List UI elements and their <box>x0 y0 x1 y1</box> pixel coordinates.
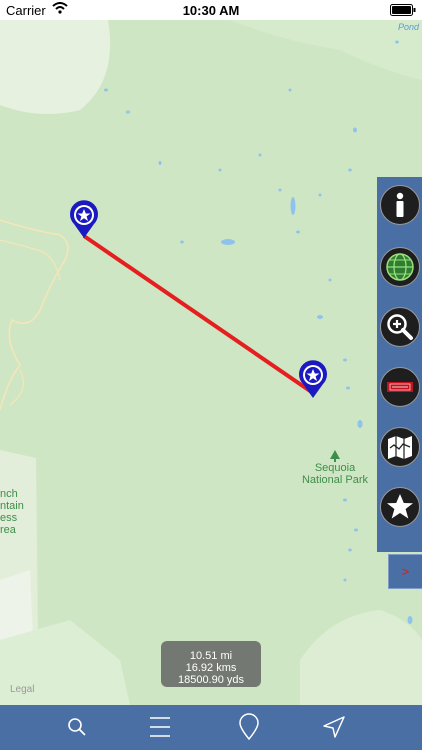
status-time: 10:30 AM <box>182 3 240 18</box>
wilderness-label-line1: nch <box>0 488 18 500</box>
menu-button[interactable] <box>144 711 176 743</box>
star-icon <box>387 494 413 519</box>
navigation-button[interactable] <box>318 711 350 743</box>
distance-kms: 16.92 kms <box>185 662 237 674</box>
globe-button[interactable] <box>380 247 420 287</box>
battery-icon <box>390 4 416 19</box>
folded-map-icon <box>388 436 412 459</box>
wilderness-label-line4: rea <box>0 524 16 536</box>
map-view[interactable]: Pond Sequoia National Park nch ntain ess… <box>0 20 422 705</box>
zoom-in-button[interactable] <box>380 307 420 347</box>
park-label-line2: National Park <box>301 474 369 486</box>
menu-icon <box>150 717 170 737</box>
map-style-icon <box>387 382 413 392</box>
legal-link[interactable]: Legal <box>10 684 34 695</box>
location-button[interactable] <box>233 711 265 743</box>
globe-icon <box>386 253 414 281</box>
distance-readout: 10.51 mi 16.92 kms 18500.90 yds <box>161 641 261 687</box>
status-bar: Carrier 10:30 AM <box>0 0 422 20</box>
search-button[interactable] <box>61 711 93 743</box>
search-icon <box>68 718 86 736</box>
info-icon <box>396 192 404 217</box>
folded-map-button[interactable] <box>380 427 420 467</box>
favorites-button[interactable] <box>380 487 420 527</box>
pond-label: Pond <box>398 22 420 32</box>
location-pin-icon <box>239 713 259 741</box>
info-button[interactable] <box>380 185 420 225</box>
distance-miles: 10.51 mi <box>189 650 233 662</box>
wilderness-label: nch ntain ess rea <box>0 488 30 536</box>
zoom-in-icon <box>387 314 413 340</box>
wilderness-label-line2: ntain <box>0 500 24 512</box>
park-label-line1: Sequoia <box>314 462 356 474</box>
wilderness-label-line3: ess <box>0 512 18 524</box>
map-style-button[interactable] <box>380 367 420 407</box>
distance-yards: 18500.90 yds <box>177 674 245 686</box>
side-tool-panel <box>377 177 422 552</box>
bottom-tab-bar <box>0 705 422 750</box>
panel-toggle-button[interactable]: > <box>388 554 422 589</box>
park-label: Sequoia National Park <box>296 462 374 486</box>
navigation-arrow-icon <box>323 716 345 738</box>
